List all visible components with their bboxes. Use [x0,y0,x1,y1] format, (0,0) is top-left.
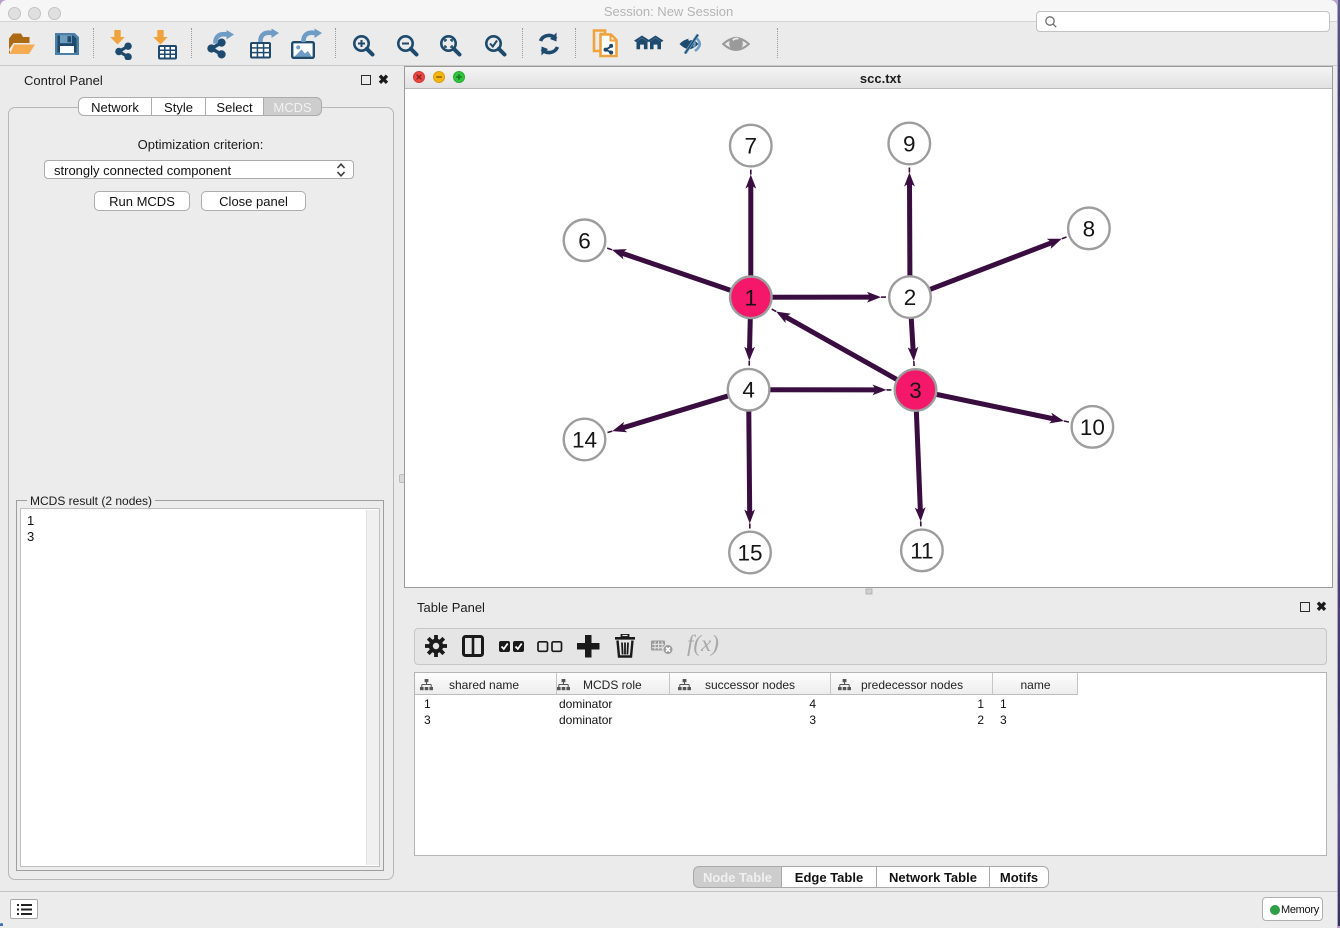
svg-text:2: 2 [904,285,917,310]
svg-text:1: 1 [745,285,758,310]
svg-text:8: 8 [1083,216,1096,241]
svg-text:3: 3 [909,378,922,403]
svg-text:15: 15 [737,541,762,566]
svg-text:9: 9 [903,132,916,157]
svg-text:6: 6 [578,228,591,253]
svg-text:4: 4 [742,378,755,403]
svg-text:10: 10 [1080,415,1105,440]
svg-text:14: 14 [572,428,597,453]
svg-text:7: 7 [745,134,758,159]
svg-text:11: 11 [910,538,933,563]
